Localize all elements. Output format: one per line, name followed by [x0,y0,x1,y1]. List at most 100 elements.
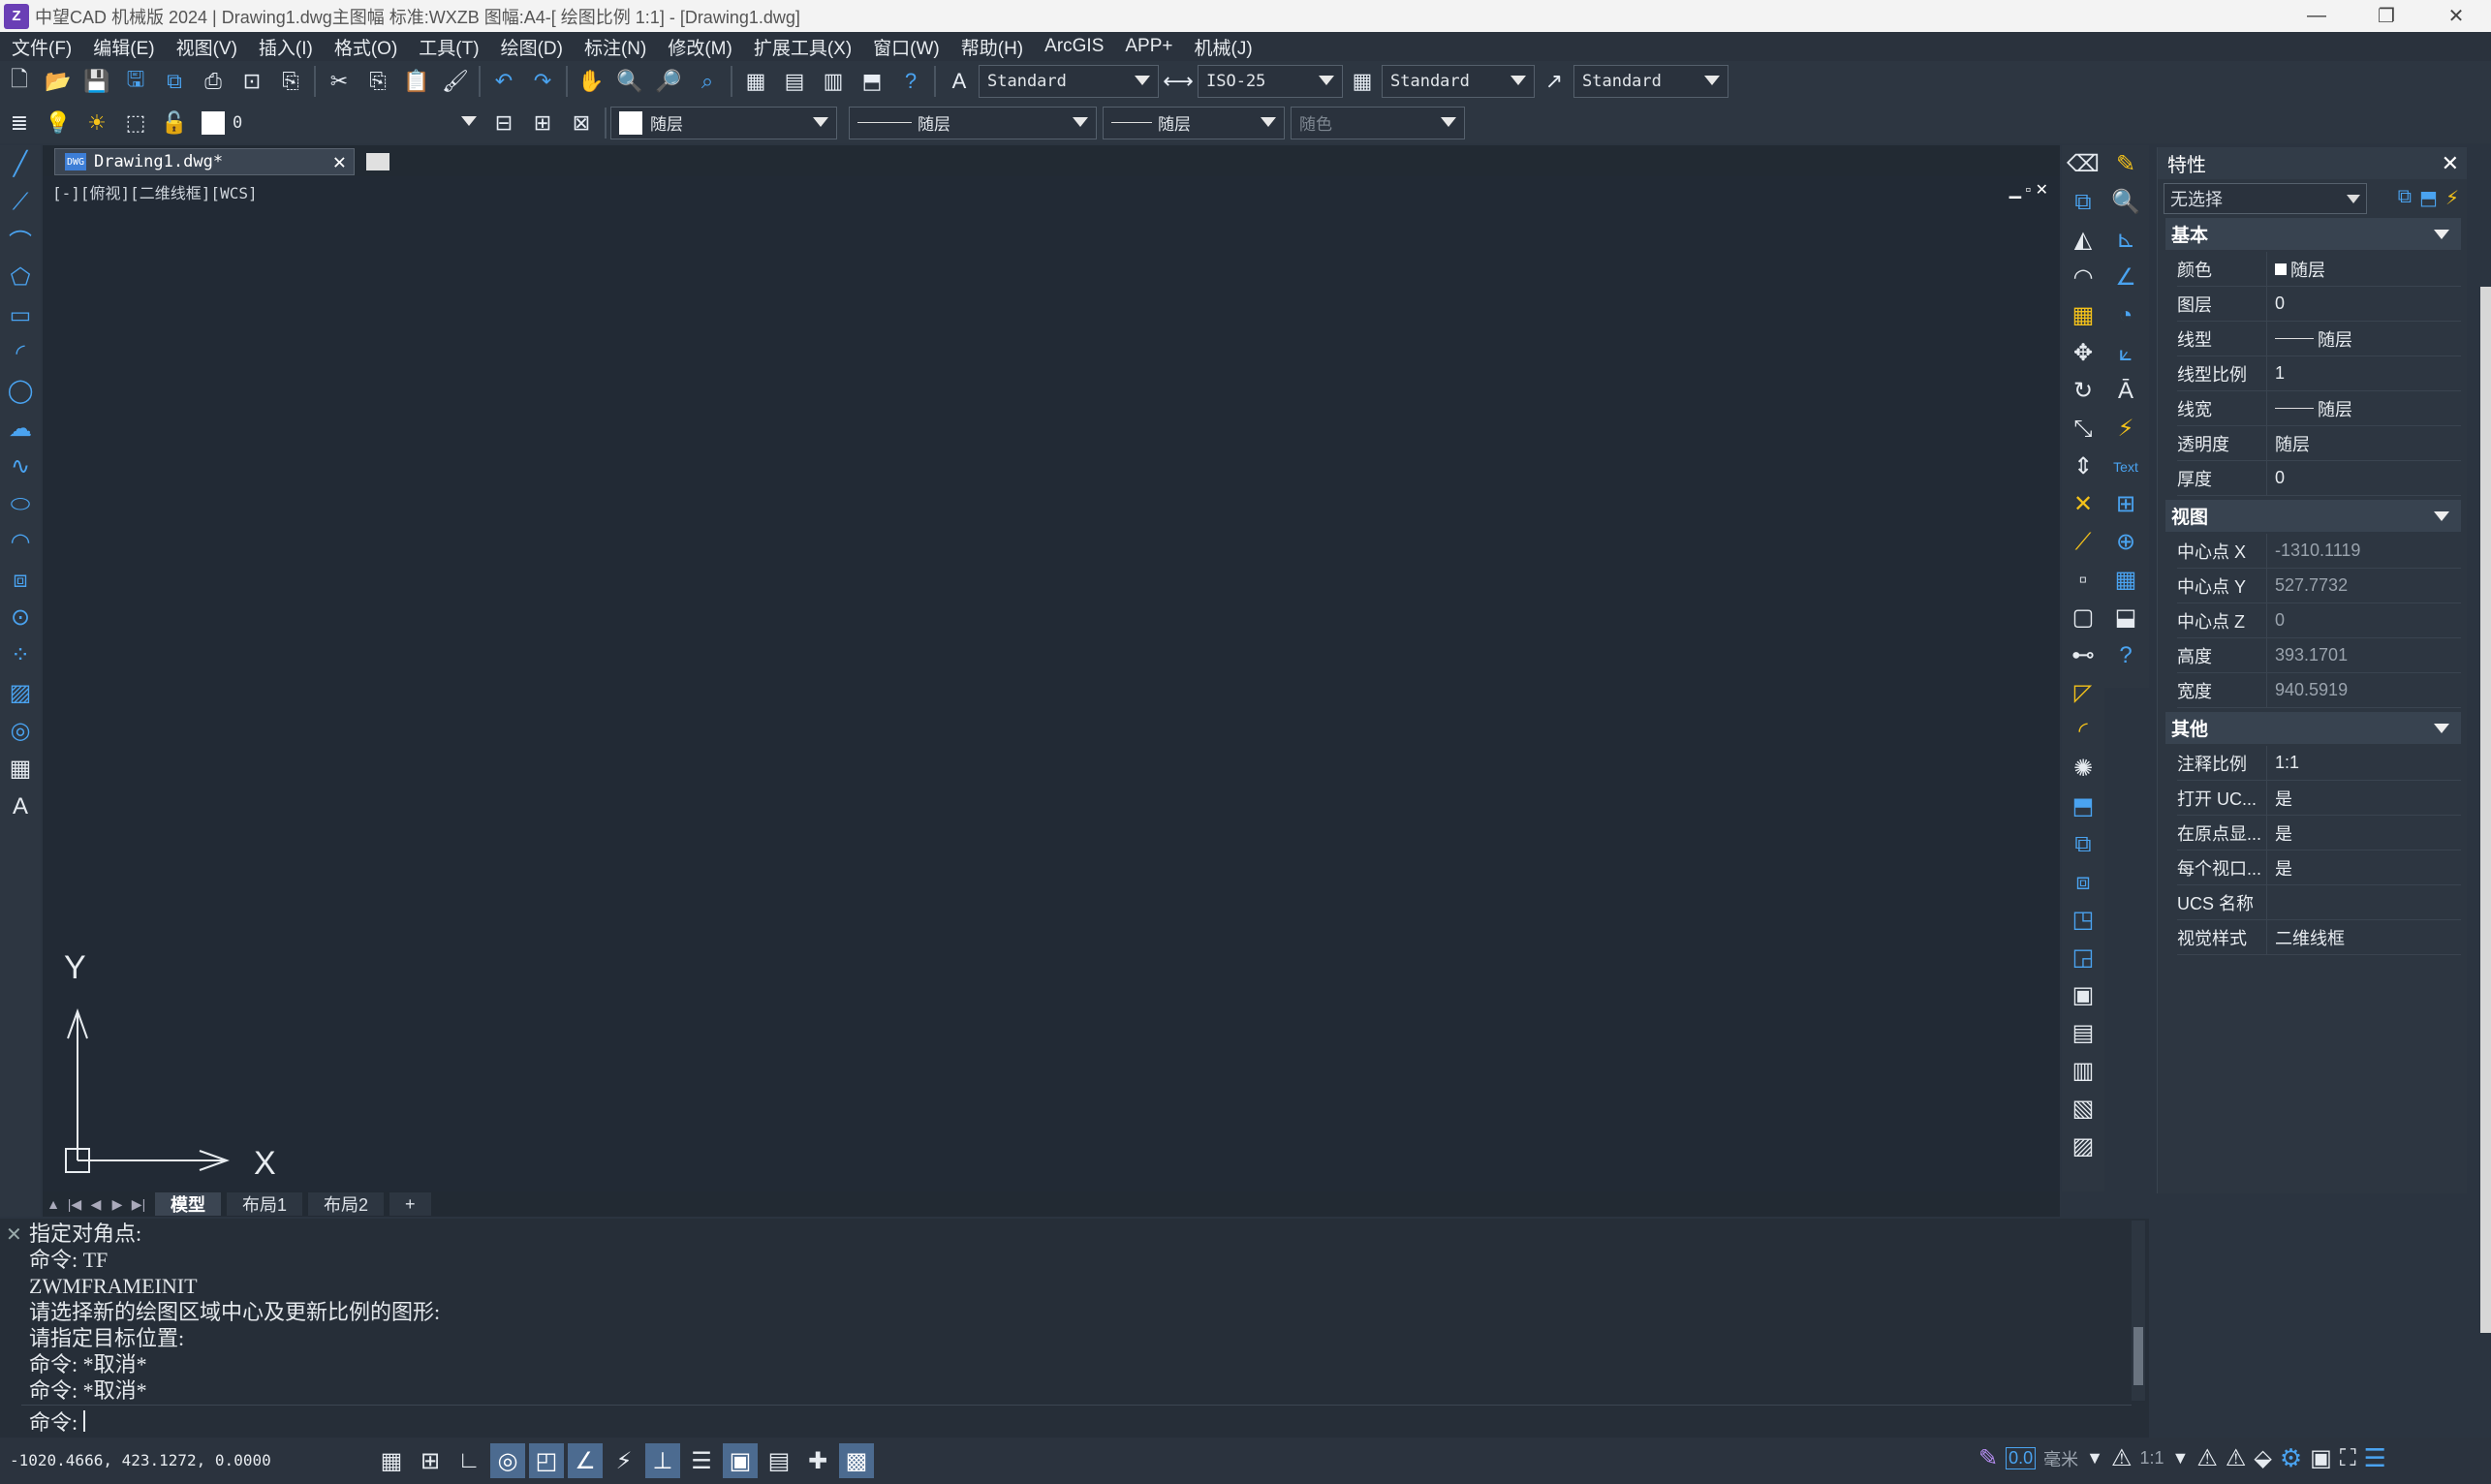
toggle-pickadd-icon[interactable]: ⧉ [2398,186,2412,210]
prop-value[interactable]: 是 [2266,850,2461,885]
drawing-canvas[interactable]: [-][俯视][二维线框][WCS] ▁ ▫ ✕ Y X [43,176,2060,1191]
baseline-dimension-icon[interactable]: ⟀ [2104,334,2147,372]
offset-icon[interactable]: ◠ [2062,259,2104,296]
prop-row-ucs-on[interactable]: 打开 UC... 是 [2177,780,2461,816]
prop-row-ucs-per-viewport[interactable]: 每个视口... 是 [2177,850,2461,885]
chamfer-icon[interactable]: ◸ [2062,674,2104,712]
prop-value[interactable]: 随层 [2266,425,2461,461]
plot-icon[interactable]: ⎘ [274,65,307,98]
dimension-table-icon[interactable]: ▦ [2104,561,2147,599]
prop-value[interactable]: 随层 [2266,251,2461,287]
quick-properties-icon[interactable]: ▤ [762,1443,796,1478]
zoom-previous-icon[interactable]: ⌕ [691,65,724,98]
object-snap-icon[interactable]: ◰ [529,1443,564,1478]
minimize-button[interactable]: — [2282,0,2351,32]
menu-edit[interactable]: 编辑(E) [81,34,164,60]
prop-value[interactable]: 是 [2266,780,2461,816]
quick-dimension-icon[interactable]: ✎ [2104,145,2147,183]
polygon-icon[interactable]: ⬠ [0,259,41,296]
chevron-down-icon[interactable]: ▼ [2172,1448,2190,1469]
layout-nav-up[interactable]: ▲ [43,1196,64,1212]
cut-icon[interactable]: ✂ [323,65,356,98]
prop-row-lineweight[interactable]: 线宽 随层 [2177,390,2461,426]
color-select[interactable]: 随层 [610,106,837,139]
stretch-icon[interactable]: ⇕ [2062,448,2104,485]
polyline-icon[interactable]: ⌒ [0,221,41,259]
add-layout-button[interactable]: + [389,1192,431,1216]
menu-insert[interactable]: 插入(I) [247,34,323,60]
menu-arcgis[interactable]: ArcGIS [1033,36,1113,57]
menu-mechanical[interactable]: 机械(J) [1183,34,1262,60]
prop-value[interactable]: 0 [2266,460,2461,496]
prop-row-ucs-name[interactable]: UCS 名称 [2177,884,2461,920]
restore-button[interactable]: ❐ [2351,0,2421,32]
layout-nav-prev[interactable]: ◀ [85,1196,107,1213]
ellipse-icon[interactable]: ⬭ [0,485,41,523]
scale-icon[interactable]: ⤡ [2062,410,2104,448]
layout-nav-next[interactable]: ▶ [107,1196,128,1213]
menu-app-plus[interactable]: APP+ [1113,36,1182,57]
annotation-add-icon[interactable]: ⚠ [2226,1444,2247,1472]
layer-viewport-icon[interactable]: ⬚ [119,107,152,139]
close-panel-icon[interactable]: ✕ [2442,151,2459,176]
prop-row-center-x[interactable]: 中心点 X -1310.1119 [2177,533,2461,569]
table-style-select[interactable]: Standard [1382,65,1535,98]
save-as-icon[interactable]: 🖫 [119,65,152,98]
lineweight-display-icon[interactable]: ☰ [684,1443,719,1478]
prop-row-color[interactable]: 颜色 随层 [2177,251,2461,287]
dimension-update-icon[interactable]: ⬓ [2104,599,2147,636]
copy-icon[interactable]: ⎘ [361,65,394,98]
prop-row-thickness[interactable]: 厚度 0 [2177,460,2461,496]
clean-screen-icon[interactable]: ⛶ [2340,1445,2356,1472]
text-align-icon[interactable]: Ā [2104,372,2147,410]
layer-on-bulb-icon[interactable]: 💡 [42,107,75,139]
circle-icon[interactable]: ◯ [0,372,41,410]
dynamic-ucs-icon[interactable]: ⚡ [607,1443,641,1478]
edit-polyline-icon[interactable]: ⬒ [2062,788,2104,825]
prop-value[interactable]: 0 [2266,286,2461,322]
layout-nav-first[interactable]: |◀ [64,1196,85,1213]
help-icon[interactable]: ? [894,65,927,98]
zoom-window-icon[interactable]: 🔎 [652,65,685,98]
menu-view[interactable]: 视图(V) [165,34,247,60]
break-at-point-icon[interactable]: ▫ [2062,561,2104,599]
open-folder-icon[interactable]: 📂 [42,65,75,98]
document-tab[interactable]: DWG Drawing1.dwg* ✕ [54,148,355,175]
close-command-icon[interactable]: ✕ [6,1222,22,1247]
ellipse-arc-icon[interactable]: ◠ [0,523,41,561]
design-center-icon[interactable]: ▤ [778,65,811,98]
layer-states-icon[interactable]: ⊠ [565,107,598,139]
center-mark-icon[interactable]: ⊕ [2104,523,2147,561]
command-input[interactable]: 命令: [21,1405,2132,1436]
lineweight-select[interactable]: 随层 [1103,106,1285,139]
table-icon[interactable]: ▦ [0,750,41,788]
annotation-visibility-icon[interactable]: ✎ [1978,1444,1998,1472]
array-icon[interactable]: ▦ [2062,296,2104,334]
selection-select[interactable]: 无选择 [2164,183,2367,214]
send-under-icon[interactable]: ◲ [2062,939,2104,976]
close-tab-icon[interactable]: ✕ [333,150,346,174]
panel-scrollbar[interactable] [2480,287,2491,1333]
annotation-monitor-icon[interactable]: ▩ [839,1443,874,1478]
workspace-switch-icon[interactable]: ⬙ [2254,1444,2271,1472]
hardware-acceleration-icon[interactable]: ▣ [2310,1444,2332,1472]
selection-cycling-icon[interactable]: ✚ [800,1443,835,1478]
scroll-thumb[interactable] [2133,1327,2143,1385]
mirror-icon[interactable]: ◭ [2062,221,2104,259]
tab-layout2[interactable]: 布局2 [308,1192,385,1216]
match-properties-icon[interactable]: 🖌 [439,65,472,98]
menu-dimension[interactable]: 标注(N) [573,34,656,60]
layer-select[interactable]: 0 [194,107,484,139]
zoom-dimension-icon[interactable]: 🔍 [2104,183,2147,221]
close-window-button[interactable]: ✕ [2421,0,2491,32]
plotstyle-select[interactable]: 随色 [1291,106,1465,139]
prop-row-height[interactable]: 高度 393.1701 [2177,637,2461,673]
prop-value[interactable]: 随层 [2266,390,2461,426]
line-icon[interactable]: ╱ [0,145,41,183]
erase-icon[interactable]: ⌫ [2062,145,2104,183]
dimension-style-select[interactable]: ISO-25 [1198,65,1343,98]
linetype-select[interactable]: 随层 [849,106,1097,139]
print-preview-icon[interactable]: ⊡ [235,65,268,98]
break-icon[interactable]: ▢ [2062,599,2104,636]
bring-above-icon[interactable]: ◳ [2062,901,2104,939]
